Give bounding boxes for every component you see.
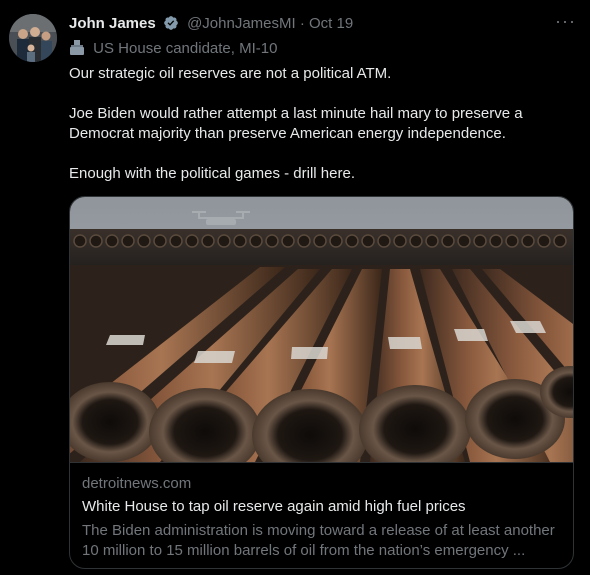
ballot-box-icon (70, 40, 84, 55)
card-domain: detroitnews.com (82, 475, 192, 492)
card-title[interactable]: White House to tap oil reserve again ami… (82, 498, 466, 515)
candidate-label: US House candidate, MI-10 (69, 40, 277, 57)
tweet-paragraph: Our strategic oil reserves are not a pol… (69, 65, 392, 82)
tweet-paragraph: Joe Biden would rather attempt a last mi… (69, 105, 523, 142)
card-body[interactable]: detroitnews.com White House to tap oil r… (70, 462, 573, 568)
card-description: The Biden administration is moving towar… (82, 522, 555, 559)
verified-badge-icon[interactable] (163, 15, 179, 31)
tweet-text: Our strategic oil reserves are not a pol… (69, 64, 574, 184)
tweet-paragraph: Enough with the political games - drill … (69, 165, 355, 182)
author-handle[interactable]: @JohnJamesMI (187, 15, 296, 32)
tweet-header: John James @JohnJamesMI · Oct 19 ··· (69, 11, 576, 37)
author-name[interactable]: John James (69, 15, 156, 32)
header-separator: · (299, 15, 305, 32)
avatar-photo (9, 14, 57, 62)
candidate-label-text: US House candidate, MI-10 (93, 40, 278, 57)
link-card[interactable]: detroitnews.com White House to tap oil r… (69, 196, 574, 569)
tweet-date[interactable]: Oct 19 (309, 15, 353, 32)
avatar[interactable] (9, 14, 57, 62)
more-options-icon[interactable]: ··· (555, 11, 576, 32)
card-image[interactable] (70, 197, 574, 462)
